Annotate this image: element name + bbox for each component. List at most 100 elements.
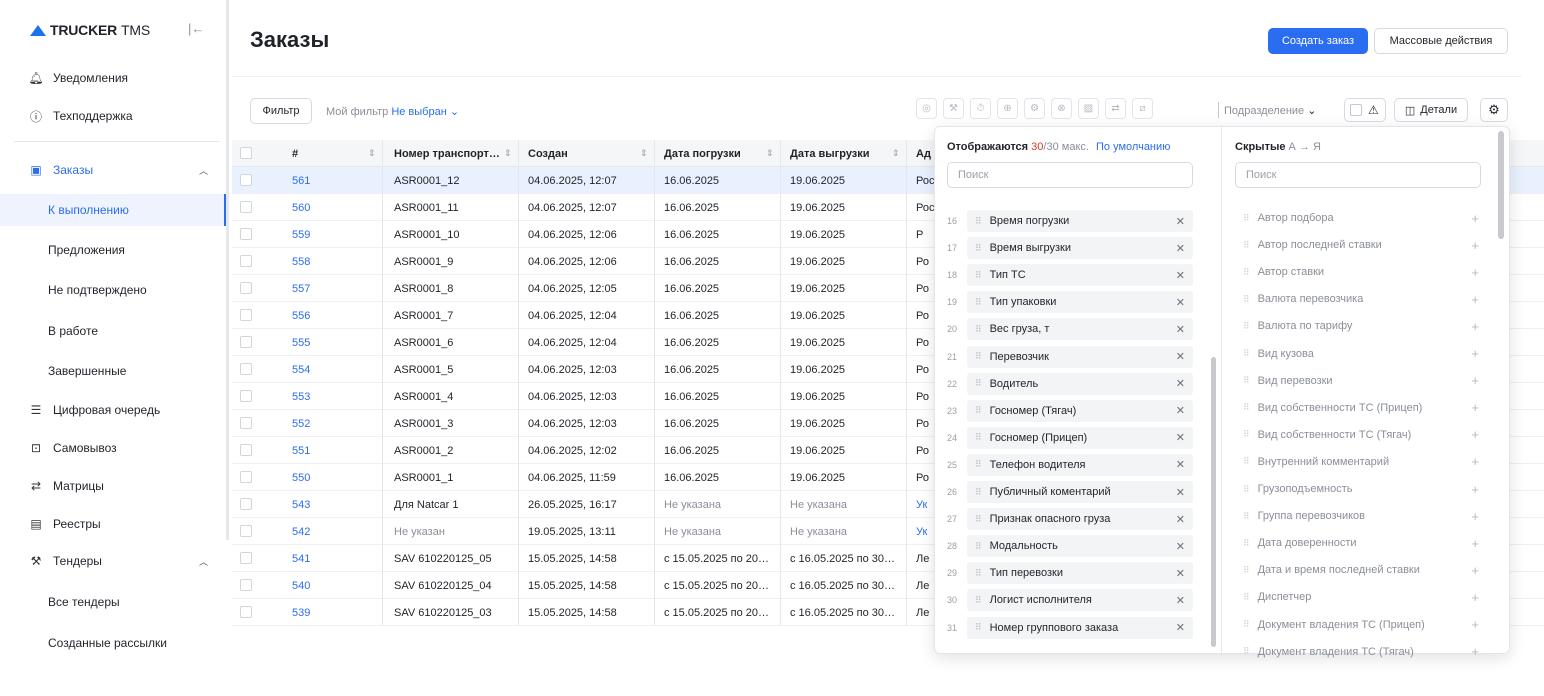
close-icon[interactable]: ✕ — [1176, 431, 1185, 444]
sidebar-item-to-execute[interactable]: К выполнению — [0, 194, 226, 226]
drag-handle-icon[interactable]: ⠿ — [975, 459, 982, 470]
drag-handle-icon[interactable]: ⠿ — [1243, 565, 1250, 576]
row-checkbox[interactable] — [240, 579, 252, 591]
column-chip[interactable]: ⠿ Тип ТС ✕ — [967, 264, 1193, 287]
close-icon[interactable]: ✕ — [1176, 377, 1185, 390]
visible-column-item[interactable]: 26 ⠿ Публичный коментарий ✕ — [947, 481, 1193, 503]
row-checkbox[interactable] — [240, 174, 252, 186]
drag-handle-icon[interactable]: ⠿ — [1243, 456, 1250, 467]
column-chip[interactable]: ⠿ Модальность ✕ — [967, 535, 1193, 558]
column-chip[interactable]: ⠿ Вес груза, т ✕ — [967, 318, 1193, 341]
drag-handle-icon[interactable]: ⠿ — [1243, 511, 1250, 522]
add-icon[interactable]: + — [1471, 509, 1479, 524]
row-checkbox[interactable] — [240, 444, 252, 456]
hidden-column-item[interactable]: ⠿ Валюта по тарифу + — [1243, 315, 1479, 337]
add-icon[interactable]: + — [1471, 211, 1479, 226]
column-chip[interactable]: ⠿ Признак опасного груза ✕ — [967, 508, 1193, 531]
add-icon[interactable]: + — [1471, 238, 1479, 253]
bulk-actions-button[interactable]: Массовые действия — [1374, 28, 1508, 54]
settings-icon[interactable]: ⚙ — [1024, 98, 1045, 119]
row-checkbox[interactable] — [240, 552, 252, 564]
order-number-link[interactable]: 555 — [292, 329, 310, 356]
sidebar-item-tenders[interactable]: ⚒ Тендеры ︿ — [0, 546, 226, 576]
sort-icon[interactable]: ⇕ — [504, 148, 512, 159]
sidebar-item-orders[interactable]: ▣ Заказы ︿ — [0, 155, 226, 185]
close-icon[interactable]: ✕ — [1176, 242, 1185, 255]
hidden-column-item[interactable]: ⠿ Вид кузова + — [1243, 343, 1479, 365]
hidden-column-item[interactable]: ⠿ Валюта перевозчика + — [1243, 288, 1479, 310]
close-icon[interactable]: ✕ — [1176, 540, 1185, 553]
drag-handle-icon[interactable]: ⠿ — [975, 487, 982, 498]
add-icon[interactable]: + — [1471, 644, 1479, 659]
target-icon[interactable]: ◎ — [916, 98, 937, 119]
create-order-button[interactable]: Создать заказ — [1268, 28, 1368, 54]
drag-handle-icon[interactable]: ⠿ — [1243, 646, 1250, 657]
drag-handle-icon[interactable]: ⠿ — [975, 297, 982, 308]
close-icon[interactable]: ✕ — [1176, 296, 1185, 309]
sidebar-item-registries[interactable]: ▤ Реестры — [0, 509, 226, 539]
column-chip[interactable]: ⠿ Перевозчик ✕ — [967, 345, 1193, 368]
drag-handle-icon[interactable]: ⠿ — [1243, 375, 1250, 386]
close-icon[interactable]: ✕ — [1176, 567, 1185, 580]
sidebar-scrollbar[interactable] — [226, 0, 229, 540]
column-header-num[interactable]: # — [292, 140, 298, 167]
row-checkbox[interactable] — [240, 606, 252, 618]
sidebar-item-all-tenders[interactable]: Все тендеры — [0, 587, 226, 617]
order-number-link[interactable]: 551 — [292, 437, 310, 464]
visible-column-item[interactable]: 20 ⠿ Вес груза, т ✕ — [947, 318, 1193, 341]
drag-handle-icon[interactable]: ⠿ — [975, 541, 982, 552]
close-icon[interactable]: ✕ — [1176, 621, 1185, 634]
sidebar-item-matrices[interactable]: ⇄ Матрицы — [0, 471, 226, 501]
hidden-column-item[interactable]: ⠿ Дата и время последней ставки + — [1243, 559, 1479, 581]
visible-column-item[interactable]: 24 ⠿ Госномер (Прицеп) ✕ — [947, 426, 1193, 449]
column-chip[interactable]: ⠿ Номер группового заказа ✕ — [967, 616, 1193, 639]
hidden-column-item[interactable]: ⠿ Автор последней ставки + — [1243, 234, 1479, 256]
hidden-column-item[interactable]: ⠿ Группа перевозчиков + — [1243, 505, 1479, 527]
swap-icon[interactable]: ⇄ — [1105, 98, 1126, 119]
column-chip[interactable]: ⠿ Логист исполнителя ✕ — [967, 589, 1193, 612]
my-filter-select[interactable]: Мой фильтр Не выбран ⌄ — [326, 105, 459, 118]
hidden-column-item[interactable]: ⠿ Диспетчер + — [1243, 586, 1479, 608]
reset-default-link[interactable]: По умолчанию — [1096, 141, 1170, 153]
visible-column-item[interactable]: 27 ⠿ Признак опасного груза ✕ — [947, 508, 1193, 531]
visible-column-item[interactable]: 21 ⠿ Перевозчик ✕ — [947, 345, 1193, 368]
warning-filter[interactable]: ⚠ — [1344, 98, 1386, 122]
add-icon[interactable]: + — [1471, 536, 1479, 551]
hidden-column-item[interactable]: ⠿ Документ владения ТС (Прицеп) + — [1243, 614, 1479, 636]
close-icon[interactable]: ✕ — [1176, 323, 1185, 336]
row-checkbox[interactable] — [240, 498, 252, 510]
column-header-unload-date[interactable]: Дата выгрузки — [790, 140, 870, 167]
order-number-link[interactable]: 550 — [292, 464, 310, 491]
hidden-column-item[interactable]: ⠿ Вид собственности ТС (Прицеп) + — [1243, 397, 1479, 419]
column-chip[interactable]: ⠿ Время выгрузки ✕ — [967, 237, 1193, 260]
sort-icon[interactable]: ⇕ — [766, 148, 774, 159]
close-icon[interactable]: ✕ — [1176, 269, 1185, 282]
sidebar-item-support[interactable]: ⓘ Техподдержка — [0, 101, 226, 131]
sidebar-item-unconfirmed[interactable]: Не подтверждено — [0, 275, 226, 305]
details-button[interactable]: ◫ Детали — [1394, 98, 1468, 122]
drag-handle-icon[interactable]: ⠿ — [1243, 321, 1250, 332]
column-chip[interactable]: ⠿ Тип перевозки ✕ — [967, 562, 1193, 585]
sidebar-item-pickup[interactable]: ⊡ Самовывоз — [0, 433, 226, 463]
drag-handle-icon[interactable]: ⠿ — [1243, 402, 1250, 413]
drag-handle-icon[interactable]: ⠿ — [975, 243, 982, 254]
drag-handle-icon[interactable]: ⠿ — [1243, 348, 1250, 359]
column-header-created[interactable]: Создан — [528, 140, 568, 167]
drag-handle-icon[interactable]: ⠿ — [975, 595, 982, 606]
close-icon[interactable]: ✕ — [1176, 486, 1185, 499]
hammer-icon[interactable]: ⚒ — [943, 98, 964, 119]
order-number-link[interactable]: 553 — [292, 383, 310, 410]
hidden-column-item[interactable]: ⠿ Вид перевозки + — [1243, 370, 1479, 392]
order-number-link[interactable]: 557 — [292, 275, 310, 302]
add-icon[interactable]: + — [1471, 454, 1479, 469]
column-chip[interactable]: ⠿ Водитель ✕ — [967, 372, 1193, 395]
order-number-link[interactable]: 552 — [292, 410, 310, 437]
hidden-column-item[interactable]: ⠿ Вид собственности ТС (Тягач) + — [1243, 424, 1479, 446]
drag-handle-icon[interactable]: ⠿ — [1243, 267, 1250, 278]
close-icon[interactable]: ✕ — [1176, 513, 1185, 526]
visible-column-item[interactable]: 19 ⠿ Тип упаковки ✕ — [947, 291, 1193, 314]
visible-search-input[interactable]: Поиск — [947, 162, 1193, 188]
visible-column-item[interactable]: 30 ⠿ Логист исполнителя ✕ — [947, 589, 1193, 612]
gear-icon[interactable]: ⚙ — [1480, 98, 1508, 122]
visible-column-item[interactable]: 28 ⠿ Модальность ✕ — [947, 535, 1193, 558]
